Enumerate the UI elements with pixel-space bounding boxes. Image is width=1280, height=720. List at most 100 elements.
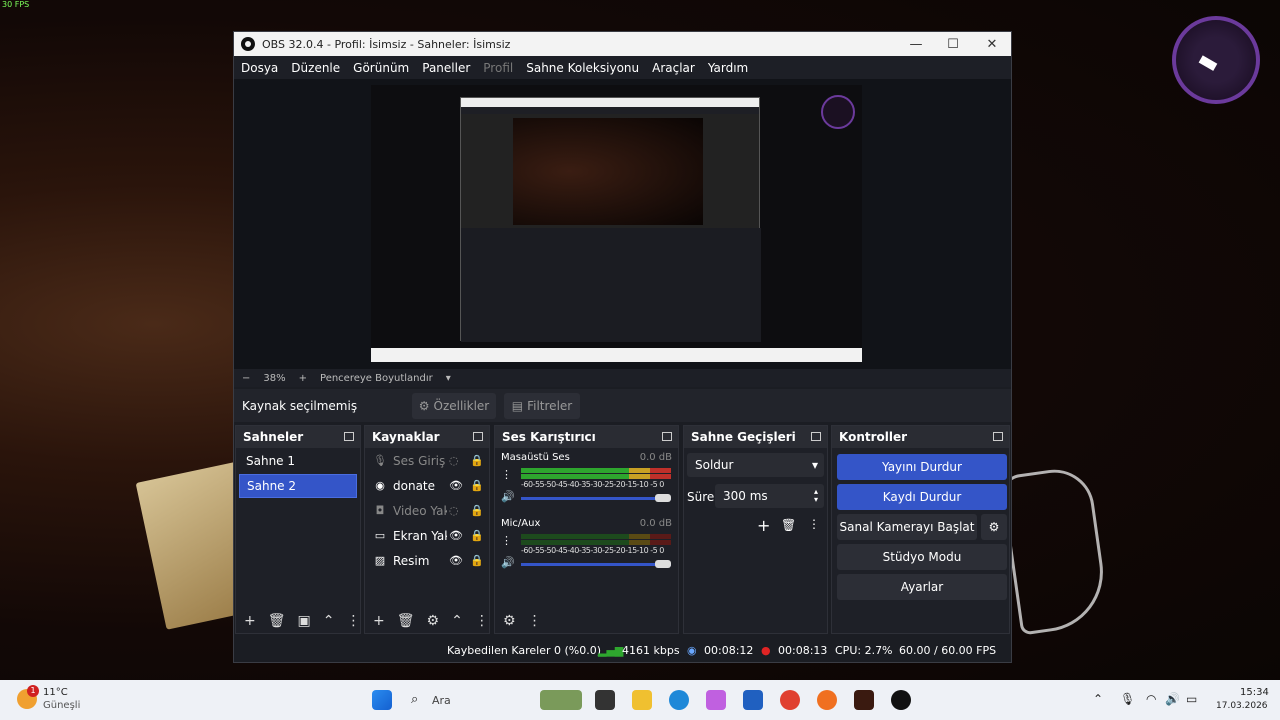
- zoom-out-button[interactable]: −: [242, 373, 250, 384]
- copilot-icon[interactable]: [706, 690, 726, 710]
- virtual-camera-button[interactable]: Sanal Kamerayı Başlat: [837, 514, 977, 540]
- add-icon[interactable]: +: [757, 516, 770, 535]
- more-icon[interactable]: ⋮: [528, 613, 542, 629]
- lock-icon[interactable]: 🔒: [470, 554, 484, 567]
- maximize-button[interactable]: ☐: [934, 32, 972, 56]
- battery-icon[interactable]: ▭: [1186, 692, 1197, 706]
- filter-icon[interactable]: ▣: [298, 613, 311, 629]
- taskbar-search[interactable]: Ara: [432, 694, 451, 707]
- undock-icon[interactable]: [344, 432, 354, 441]
- stop-stream-button[interactable]: Yayını Durdur: [837, 454, 1007, 480]
- menu-scene-collection[interactable]: Sahne Koleksiyonu: [526, 61, 639, 75]
- more-icon[interactable]: ⋮: [346, 613, 360, 629]
- source-item[interactable]: 🎙 Ses Giriş Y◌ 🔒: [365, 448, 489, 473]
- scene-item[interactable]: Sahne 1: [239, 449, 357, 473]
- background-flashlight-badge: ▬: [1172, 16, 1260, 104]
- eye-hidden-icon[interactable]: ◌: [449, 454, 459, 467]
- volume-slider[interactable]: [521, 560, 671, 568]
- menu-docks[interactable]: Paneller: [422, 61, 470, 75]
- menu-edit[interactable]: Düzenle: [291, 61, 340, 75]
- menu-view[interactable]: Görünüm: [353, 61, 409, 75]
- menu-file[interactable]: Dosya: [241, 61, 278, 75]
- search-icon[interactable]: ⌕: [411, 692, 418, 707]
- file-explorer-icon[interactable]: [632, 690, 652, 710]
- wifi-icon[interactable]: ◠: [1146, 692, 1156, 706]
- lock-icon[interactable]: 🔒: [470, 529, 484, 542]
- source-item[interactable]: ▭ Ekran Yak 👁 🔒: [365, 523, 489, 548]
- undock-icon[interactable]: [473, 432, 483, 441]
- undock-icon[interactable]: [993, 432, 1003, 441]
- eye-icon[interactable]: 👁: [449, 479, 463, 492]
- zoom-dropdown-icon[interactable]: ▾: [446, 373, 451, 384]
- close-button[interactable]: ✕: [973, 32, 1011, 56]
- settings-button[interactable]: Ayarlar: [837, 574, 1007, 600]
- lock-icon[interactable]: 🔒: [470, 479, 484, 492]
- add-icon[interactable]: +: [373, 613, 385, 629]
- volume-slider[interactable]: [521, 494, 671, 502]
- notification-badge: 1: [27, 685, 39, 697]
- search-highlight-icon[interactable]: [540, 690, 582, 710]
- source-item[interactable]: ▨ Resim 👁 🔒: [365, 548, 489, 573]
- microphone-icon[interactable]: 🎙: [1120, 692, 1135, 706]
- clock-time[interactable]: 15:34: [1240, 687, 1269, 698]
- slider-handle[interactable]: [655, 494, 671, 502]
- more-icon[interactable]: ⋮: [501, 534, 517, 550]
- lock-icon[interactable]: 🔒: [470, 454, 484, 467]
- eye-hidden-icon[interactable]: ◌: [449, 504, 459, 517]
- volume-icon[interactable]: 🔊: [1165, 692, 1180, 706]
- source-item[interactable]: ◉ donate 👁 🔒: [365, 473, 489, 498]
- minimize-button[interactable]: —: [897, 32, 935, 56]
- undock-icon[interactable]: [662, 432, 672, 441]
- source-toolbar: Kaynak seçilmemiş ⚙ Özellikler ▤ Filtreler: [234, 389, 1011, 422]
- more-icon[interactable]: ⋮: [808, 517, 820, 531]
- menu-profile[interactable]: Profil: [483, 61, 513, 75]
- lock-icon[interactable]: 🔒: [470, 504, 484, 517]
- advanced-audio-icon[interactable]: ⚙: [503, 613, 516, 629]
- spin-arrows-icon[interactable]: ▴ ▾: [814, 488, 818, 504]
- bitrate: 4161 kbps: [622, 643, 680, 657]
- slider-handle[interactable]: [655, 560, 671, 568]
- firefox-icon[interactable]: [817, 690, 837, 710]
- windows-start-icon[interactable]: [372, 690, 392, 710]
- trash-icon[interactable]: 🗑: [397, 613, 415, 629]
- game-icon[interactable]: [854, 690, 874, 710]
- channel-db: 0.0 dB: [639, 452, 672, 463]
- menu-help[interactable]: Yardım: [708, 61, 748, 75]
- trash-icon[interactable]: 🗑: [781, 518, 796, 532]
- studio-mode-button[interactable]: Stüdyo Modu: [837, 544, 1007, 570]
- filters-button[interactable]: ▤ Filtreler: [504, 392, 580, 419]
- zoom-in-button[interactable]: +: [299, 373, 307, 384]
- scene-item-selected[interactable]: Sahne 2: [239, 474, 357, 498]
- source-item[interactable]: ◘ Video Yak ◌ 🔒: [365, 498, 489, 523]
- preview-area[interactable]: [234, 79, 1011, 369]
- add-icon[interactable]: +: [244, 613, 256, 629]
- gear-icon[interactable]: ⚙: [427, 613, 440, 629]
- stop-record-button[interactable]: Kaydı Durdur: [837, 484, 1007, 510]
- eye-icon[interactable]: 👁: [449, 529, 463, 542]
- undock-icon[interactable]: [811, 432, 821, 441]
- eye-icon[interactable]: 👁: [449, 554, 463, 567]
- properties-button[interactable]: ⚙ Özellikler: [412, 392, 496, 419]
- edge-icon[interactable]: [669, 690, 689, 710]
- trash-icon[interactable]: 🗑: [268, 613, 286, 629]
- mixer-title: Ses Karıştırıcı: [502, 430, 596, 444]
- speaker-icon[interactable]: 🔊: [501, 490, 517, 506]
- transition-select[interactable]: Soldur ▾: [687, 453, 824, 477]
- duration-spinbox[interactable]: 300 ms ▴ ▾: [715, 484, 824, 508]
- chevron-up-icon[interactable]: ⌃: [451, 613, 463, 629]
- chevron-up-icon[interactable]: ⌃: [1093, 692, 1103, 706]
- chevron-up-icon[interactable]: ⌃: [323, 613, 335, 629]
- fit-to-window[interactable]: Pencereye Boyutlandır: [320, 373, 433, 384]
- virtual-camera-settings-button[interactable]: ⚙: [981, 514, 1007, 540]
- obs-taskbar-icon[interactable]: [891, 690, 911, 710]
- task-view-icon[interactable]: [595, 690, 615, 710]
- speaker-icon[interactable]: 🔊: [501, 556, 517, 572]
- chrome-icon[interactable]: [780, 690, 800, 710]
- clock-date[interactable]: 17.03.2026: [1216, 701, 1268, 711]
- more-icon[interactable]: ⋮: [475, 613, 489, 629]
- more-icon[interactable]: ⋮: [501, 468, 517, 484]
- menu-tools[interactable]: Araçlar: [652, 61, 695, 75]
- transition-value: Soldur: [695, 458, 734, 472]
- store-icon[interactable]: [743, 690, 763, 710]
- chevron-down-icon: ▾: [811, 458, 818, 472]
